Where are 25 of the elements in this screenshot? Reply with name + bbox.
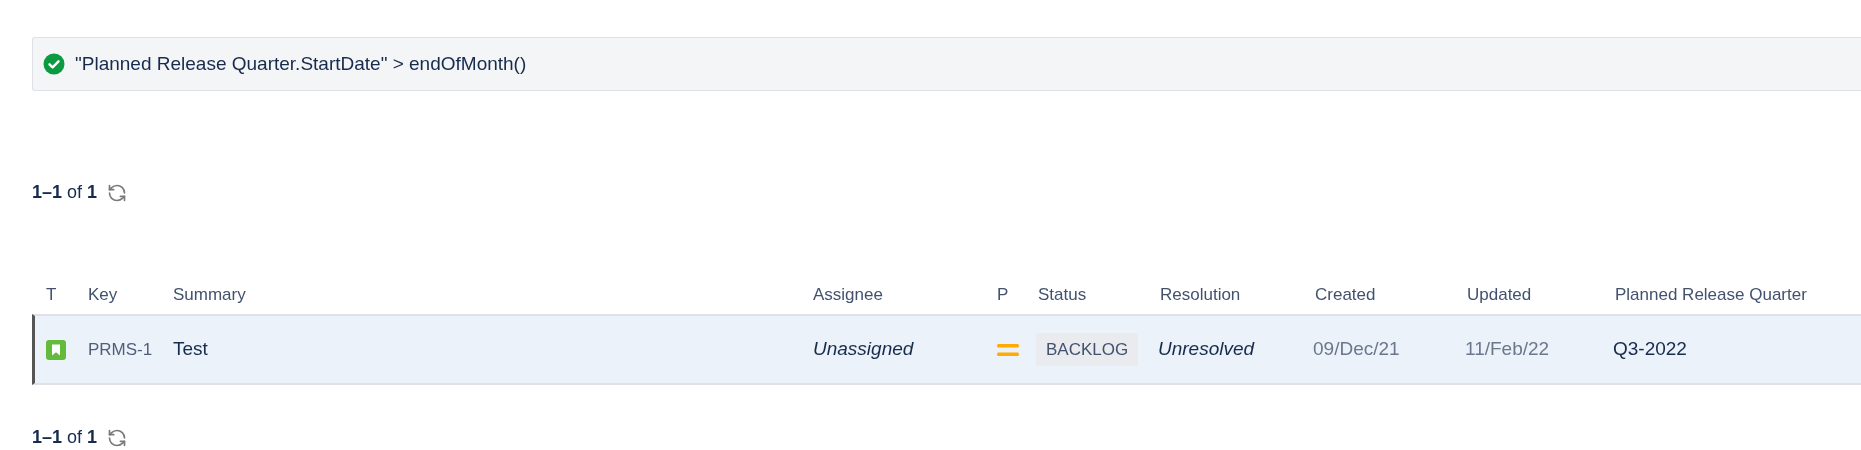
column-header[interactable]: T xyxy=(46,285,57,304)
refresh-icon[interactable] xyxy=(107,427,128,448)
column-header[interactable]: Summary xyxy=(173,285,246,304)
issue-summary[interactable]: Test xyxy=(173,338,208,360)
pagination-count: 1–1 of 1 xyxy=(32,181,98,204)
pagination-count: 1–1 of 1 xyxy=(32,426,98,449)
column-header[interactable]: Status xyxy=(1038,285,1087,304)
status-lozenge: BACKLOG xyxy=(1036,332,1139,367)
issue-row[interactable]: PRMS-1 Test Unassigned BACKLOG Unresolved 09/Dec/21 11/Feb/22 Q3-2022 xyxy=(32,314,1861,385)
query-bar[interactable]: "Planned Release Quarter.StartDate" > endOfMonth() xyxy=(32,37,1861,91)
resolution-text: Unresolved xyxy=(1158,338,1255,360)
column-header[interactable]: Assignee xyxy=(813,285,883,304)
column-header[interactable]: Planned Release Quarter xyxy=(1615,285,1807,304)
column-header[interactable]: P xyxy=(997,285,1009,304)
release-quarter: Q3-2022 xyxy=(1613,338,1687,360)
issue-key[interactable]: PRMS-1 xyxy=(88,340,153,360)
updated-date: 11/Feb/22 xyxy=(1465,338,1550,360)
column-header[interactable]: Key xyxy=(88,285,118,304)
assignee-text: Unassigned xyxy=(813,338,914,360)
column-header[interactable]: Resolution xyxy=(1160,285,1241,304)
column-header[interactable]: Updated xyxy=(1467,285,1532,304)
column-header[interactable]: Created xyxy=(1315,285,1376,304)
query-text: "Planned Release Quarter.StartDate" > endOfMonth() xyxy=(75,51,527,76)
created-date: 09/Dec/21 xyxy=(1313,338,1400,360)
refresh-icon[interactable] xyxy=(107,182,128,203)
